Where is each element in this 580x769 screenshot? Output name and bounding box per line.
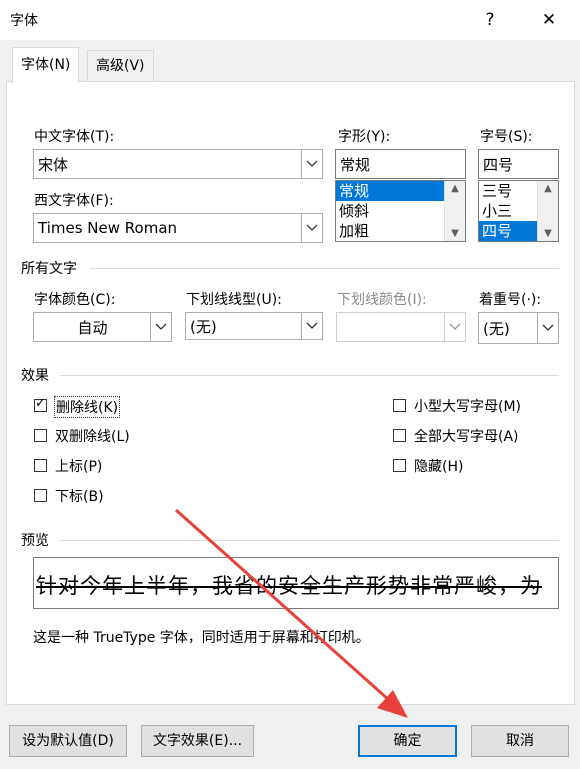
tab-font[interactable]: 字体(N) — [12, 47, 80, 83]
annotation-arrow — [175, 508, 408, 718]
